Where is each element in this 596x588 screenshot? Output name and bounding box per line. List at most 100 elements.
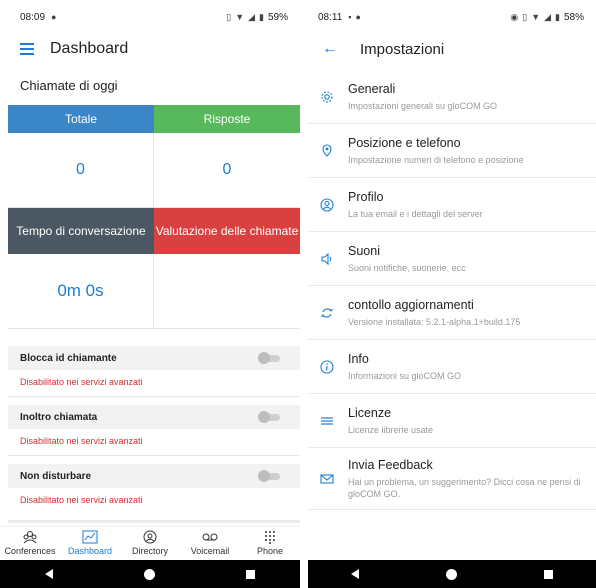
nav-directory[interactable]: Directory (120, 527, 180, 560)
location-icon (322, 143, 332, 157)
do-not-disturb-switch[interactable] (258, 470, 280, 482)
gear-icon (321, 90, 333, 103)
call-stats-grid: Totale Risposte 0 0 Tempo di conversazio… (8, 105, 300, 329)
bottom-navigation: Conferences Dashboard Directory Voicemai… (0, 526, 300, 560)
wifi-icon: ▼ (235, 12, 245, 22)
back-arrow-icon[interactable]: ← (322, 40, 338, 58)
toggle-row-block-caller-id[interactable]: Blocca id chiamante (8, 346, 300, 370)
divider (8, 396, 300, 397)
menu-icon[interactable] (20, 43, 34, 55)
page-title: Impostazioni (360, 40, 445, 58)
nav-dashboard[interactable]: Dashboard (60, 527, 120, 560)
tile-header-total: Totale (8, 105, 154, 133)
system-nav-bar (308, 560, 596, 588)
nav-label: Phone (256, 546, 284, 556)
toggle-note: Disabilitato nei servizi avanzati (20, 377, 143, 387)
setting-title: Profilo (348, 189, 384, 204)
system-recents-icon[interactable] (543, 569, 553, 579)
nav-conferences[interactable]: Conferences (0, 527, 60, 560)
conferences-icon (23, 531, 37, 544)
refresh-icon (321, 307, 333, 318)
system-back-icon[interactable] (351, 569, 360, 579)
setting-description: Informazioni su gloCOM GO (348, 370, 462, 381)
signal-icon: ◢ (248, 11, 256, 22)
app-notification-icon: ● (355, 12, 361, 22)
status-time: 08:11 (318, 11, 343, 23)
setting-posizione-telefono[interactable]: Posizione e telefono Impostazione numeri … (308, 124, 596, 178)
system-recents-icon[interactable] (245, 569, 255, 579)
vibrate-icon: ▯ (226, 11, 232, 22)
setting-title: Info (348, 351, 369, 366)
app-bar: ← Impostazioni (308, 34, 596, 64)
call-forward-switch[interactable] (258, 411, 280, 423)
toggle-note: Disabilitato nei servizi avanzati (20, 495, 143, 505)
setting-title: contollo aggiornamenti (348, 297, 474, 312)
toggle-label: Inoltro chiamata (20, 411, 98, 423)
info-icon (320, 359, 334, 374)
wifi-icon: ▼ (531, 12, 541, 22)
tile-header-answered: Risposte (154, 105, 300, 133)
setting-description: Suoni notifiche, suonerie, ecc (348, 262, 466, 273)
battery-level: 59% (267, 11, 288, 23)
setting-suoni[interactable]: Suoni Suoni notifiche, suonerie, ecc (308, 232, 596, 286)
toggle-row-do-not-disturb[interactable]: Non disturbare (8, 464, 300, 488)
battery-level: 58% (563, 11, 584, 23)
section-title: Chiamate di oggi (20, 78, 118, 93)
toggle-row-call-forward[interactable]: Inoltro chiamata (8, 405, 300, 429)
dashboard-screen: 08:09 ● ▯ ▼ ◢ ▮ 59% Dashboard Chiamate d… (0, 0, 300, 588)
setting-title: Invia Feedback (348, 457, 433, 472)
setting-info[interactable]: Info Informazioni su gloCOM GO (308, 340, 596, 394)
app-bar: Dashboard (0, 34, 300, 64)
tile-value-answered: 0 (154, 133, 300, 208)
setting-description: Versione installata: 5.2.1-alpha.1+build… (348, 316, 521, 327)
system-home-icon[interactable] (445, 568, 457, 580)
tile-value-total: 0 (8, 133, 154, 208)
setting-feedback[interactable]: Invia Feedback Hai un problema, un sugger… (308, 448, 596, 510)
status-bar: 08:09 ● ▯ ▼ ◢ ▮ 59% (0, 0, 300, 34)
battery-icon: ▮ (259, 11, 264, 22)
setting-description: Impostazioni generali su gloCOM GO (348, 100, 498, 111)
vibrate-icon: ▯ (522, 11, 528, 22)
nav-label: Dashboard (67, 546, 113, 556)
directory-icon (143, 530, 157, 544)
tile-value-call-rating (154, 254, 300, 329)
battery-icon: ▮ (555, 11, 560, 22)
setting-aggiornamenti[interactable]: contollo aggiornamenti Versione installat… (308, 286, 596, 340)
setting-description: Hai un problema, un suggerimento? Dicci … (348, 476, 581, 499)
screen-gap (300, 0, 308, 588)
setting-licenze[interactable]: Licenze Licenze librerie usate (308, 394, 596, 448)
setting-profilo[interactable]: Profilo La tua email e i dettagli del ser… (308, 178, 596, 232)
nav-phone[interactable]: Phone (240, 527, 300, 560)
speaker-icon (321, 252, 332, 265)
profile-icon (320, 197, 334, 212)
system-nav-bar (0, 560, 300, 588)
setting-generali[interactable]: Generali Impostazioni generali su gloCOM … (308, 70, 596, 124)
image-notification-icon: ▪ (348, 12, 352, 22)
toggle-label: Blocca id chiamante (20, 352, 117, 364)
system-home-icon[interactable] (143, 568, 155, 580)
dialpad-icon (265, 531, 275, 544)
settings-screen: 08:11 ▪ ● ◉ ▯ ▼ ◢ ▮ 58% ← Impostazioni G… (308, 0, 596, 588)
toggle-label: Non disturbare (20, 470, 92, 482)
nav-voicemail[interactable]: Voicemail (180, 527, 240, 560)
toggle-note: Disabilitato nei servizi avanzati (20, 436, 143, 446)
setting-title: Licenze (348, 405, 392, 420)
setting-title: Suoni (348, 243, 380, 258)
page-title: Dashboard (50, 40, 129, 57)
setting-description: Impostazione numeri di telefono e posizi… (348, 154, 524, 165)
setting-description: Licenze librerie usate (348, 424, 434, 435)
block-caller-id-switch[interactable] (258, 352, 280, 364)
app-notification-icon: ● (51, 12, 57, 22)
signal-icon: ◢ (544, 11, 552, 22)
tile-header-call-rating: Valutazione delle chiamate (154, 208, 300, 254)
tile-header-talk-time: Tempo di conversazione (8, 208, 154, 254)
voicemail-icon (202, 533, 218, 541)
system-back-icon[interactable] (45, 569, 54, 579)
setting-title: Generali (348, 81, 396, 96)
nav-label: Voicemail (190, 546, 230, 556)
location-status-icon: ◉ (510, 11, 519, 22)
setting-title: Posizione e telefono (348, 135, 461, 150)
dashboard-icon (82, 530, 98, 544)
tile-value-talk-time: 0m 0s (8, 254, 154, 329)
nav-label: Directory (131, 546, 168, 556)
